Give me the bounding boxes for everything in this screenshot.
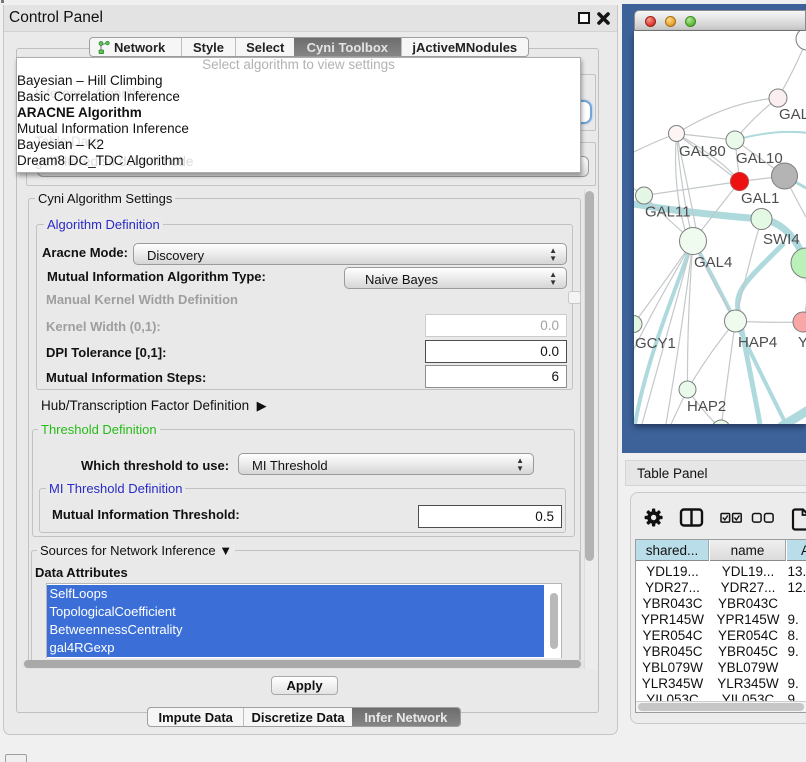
svg-text:GAL11: GAL11 — [645, 204, 691, 221]
svg-text:SWI4: SWI4 — [763, 231, 800, 248]
svg-text:GAL7: GAL7 — [779, 106, 806, 123]
svg-text:HAP4: HAP4 — [738, 334, 777, 351]
svg-text:GAL1: GAL1 — [741, 190, 779, 207]
svg-text:GCY1: GCY1 — [635, 335, 676, 352]
svg-text:GAL10: GAL10 — [736, 150, 783, 167]
svg-text:GAL80: GAL80 — [679, 143, 726, 160]
svg-text:Y: Y — [798, 334, 806, 351]
svg-text:GAL4: GAL4 — [694, 254, 732, 271]
svg-text:HAP2: HAP2 — [687, 398, 726, 415]
